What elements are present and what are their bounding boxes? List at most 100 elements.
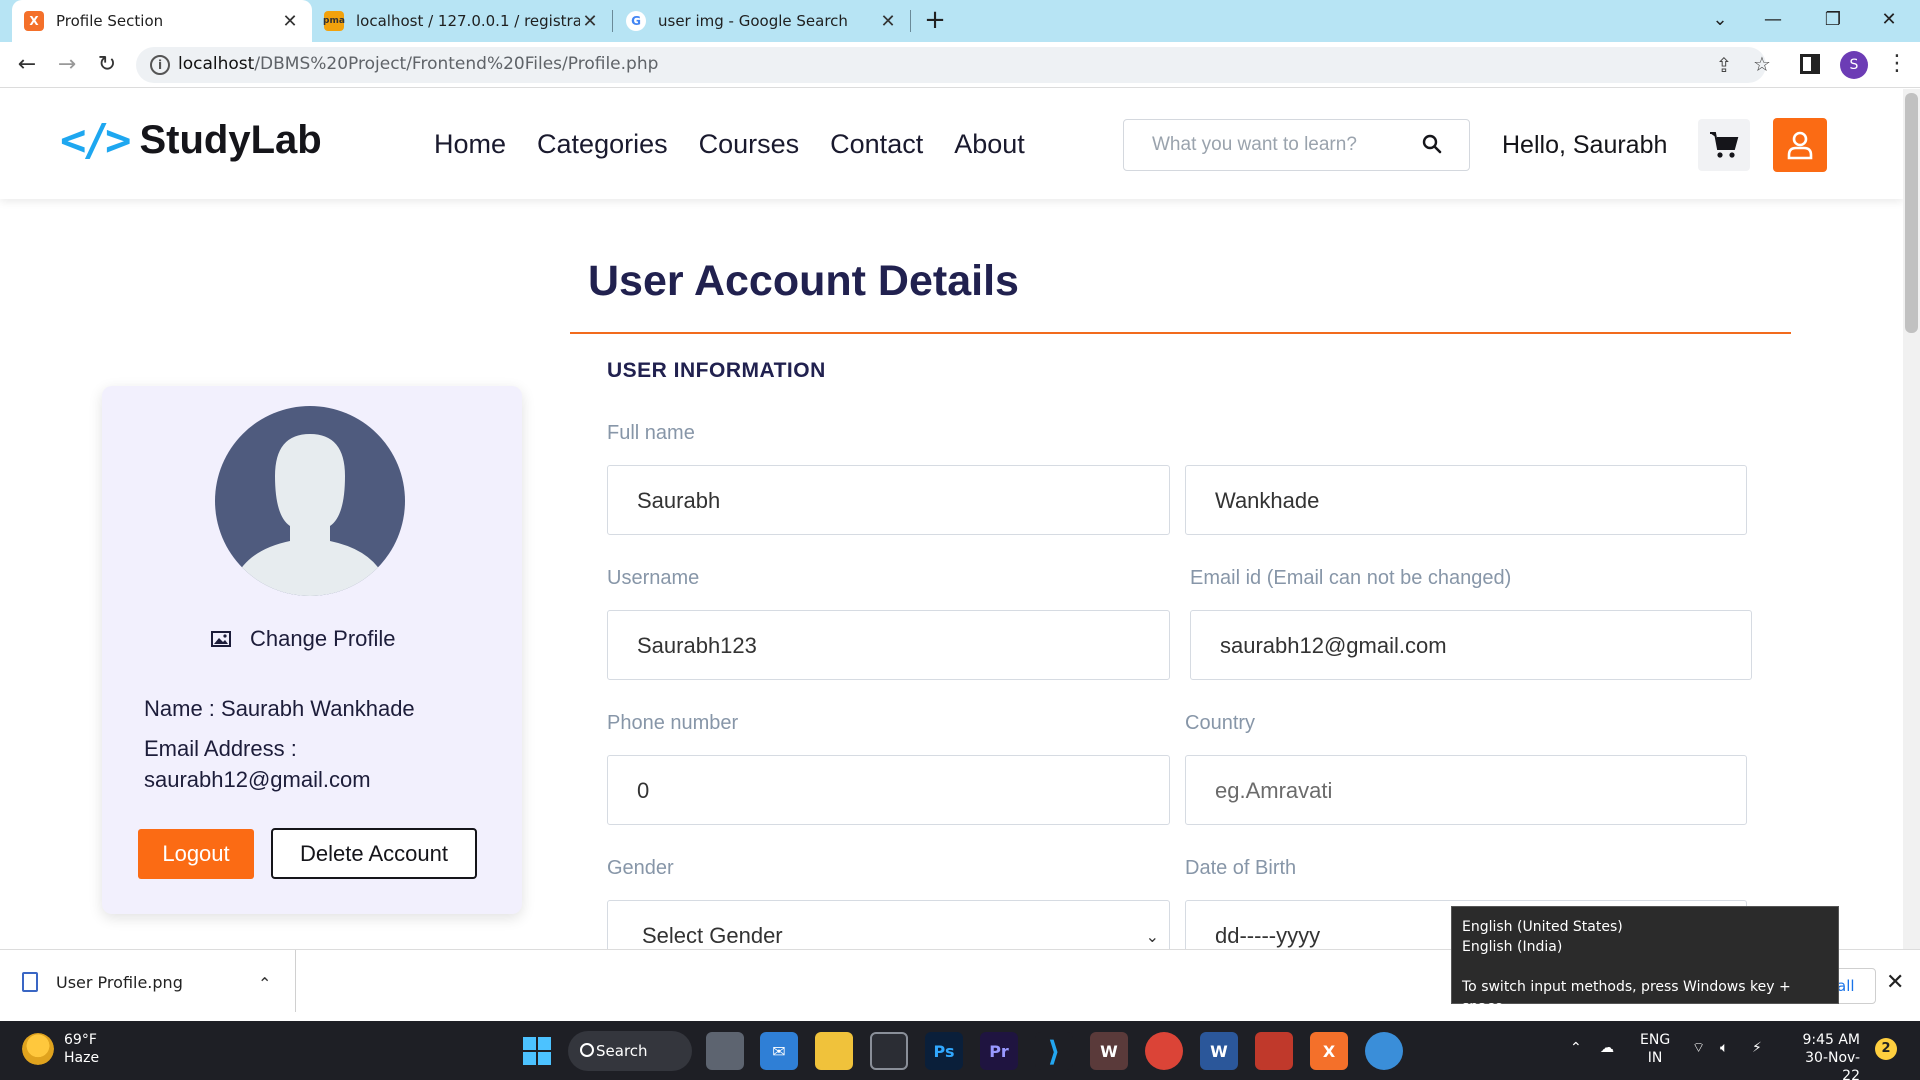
browser-tab-strip: X Profile Section ✕ pma localhost / 127.… <box>0 0 1920 42</box>
new-tab-button[interactable]: + <box>920 6 950 36</box>
avatar <box>215 406 405 596</box>
wamp-icon[interactable]: W <box>1090 1032 1128 1070</box>
task-view-icon[interactable] <box>706 1032 744 1070</box>
window-close-icon[interactable]: ✕ <box>1869 4 1909 36</box>
file-explorer-icon[interactable] <box>815 1032 853 1070</box>
site-header: </> StudyLab Home Categories Courses Con… <box>0 89 1903 199</box>
page-title: User Account Details <box>588 257 1019 305</box>
section-heading: USER INFORMATION <box>607 359 826 382</box>
title-divider <box>570 332 1791 334</box>
premiere-icon[interactable]: Pr <box>980 1032 1018 1070</box>
country-label: Country <box>1185 712 1256 734</box>
back-icon[interactable]: ← <box>12 50 42 80</box>
mail-icon[interactable]: ✉ <box>760 1032 798 1070</box>
nav-about[interactable]: About <box>954 129 1025 160</box>
logout-button[interactable]: Logout <box>138 829 254 879</box>
volume-icon[interactable]: 🔈︎ <box>1720 1039 1728 1057</box>
download-item[interactable]: User Profile.png <box>22 972 183 992</box>
tab-search-chevron-icon[interactable]: ⌄ <box>1700 4 1740 36</box>
first-name-field[interactable]: Saurabh <box>607 465 1170 535</box>
address-bar[interactable]: i localhost/DBMS%20Project/Frontend%20Fi… <box>136 47 1771 83</box>
main-nav: Home Categories Courses Contact About <box>434 129 1025 160</box>
search-icon[interactable] <box>1422 134 1442 154</box>
input-method-tooltip: English (United States) English (India) … <box>1451 906 1839 1015</box>
cart-button[interactable] <box>1698 119 1750 171</box>
nav-categories[interactable]: Categories <box>537 129 668 160</box>
chevron-up-icon[interactable]: ⌃ <box>258 974 271 993</box>
paint-icon[interactable] <box>1365 1032 1403 1070</box>
change-profile-label: Change Profile <box>250 626 396 651</box>
logo-text: StudyLab <box>139 118 322 162</box>
phone-label: Phone number <box>607 712 739 734</box>
delete-account-button[interactable]: Delete Account <box>271 828 477 879</box>
dob-label: Date of Birth <box>1185 857 1297 879</box>
tray-chevron-up-icon[interactable]: ⌃ <box>1570 1039 1582 1057</box>
site-logo[interactable]: </> StudyLab <box>60 115 322 166</box>
photoshop-icon[interactable]: Ps <box>925 1032 963 1070</box>
username-label: Username <box>607 567 700 589</box>
google-icon: G <box>626 11 646 31</box>
reload-icon[interactable]: ↻ <box>92 50 122 80</box>
restore-icon[interactable]: ❐ <box>1813 4 1853 36</box>
xampp-icon[interactable]: X <box>1310 1032 1348 1070</box>
course-search-input[interactable]: What you want to learn? <box>1123 119 1470 171</box>
bookmark-star-icon[interactable]: ☆ <box>1750 52 1774 76</box>
nav-courses[interactable]: Courses <box>699 129 800 160</box>
forward-icon[interactable]: → <box>52 50 82 80</box>
battery-icon[interactable]: ⚡ <box>1752 1039 1762 1057</box>
share-icon[interactable]: ⇪ <box>1712 53 1736 77</box>
windows-taskbar: 69°F Haze Search ✉ Ps Pr ⟩ W W X ⌃ ☁ ENG… <box>0 1021 1920 1080</box>
minimize-icon[interactable]: — <box>1753 4 1793 36</box>
wifi-icon[interactable]: ⌔ <box>1692 1039 1705 1057</box>
taskbar-search[interactable]: Search <box>568 1031 692 1071</box>
game-icon[interactable] <box>1255 1032 1293 1070</box>
side-panel-icon[interactable] <box>1800 54 1820 74</box>
cart-icon <box>1710 132 1739 158</box>
close-icon[interactable]: ✕ <box>878 11 898 32</box>
page-scrollbar[interactable] <box>1903 89 1920 949</box>
tab-separator <box>910 10 911 32</box>
user-greeting: Hello, Saurabh <box>1502 131 1668 159</box>
country-field[interactable]: eg.Amravati <box>1185 755 1747 825</box>
clock[interactable]: 9:45 AM 30-Nov-22 <box>1790 1031 1860 1080</box>
phone-field[interactable]: 0 <box>607 755 1170 825</box>
site-info-icon[interactable]: i <box>150 55 170 75</box>
tab-title: Profile Section <box>56 12 164 30</box>
gender-label: Gender <box>607 857 674 879</box>
scroll-thumb[interactable] <box>1905 93 1918 333</box>
tab-title: user img - Google Search <box>658 12 848 30</box>
full-name-label: Full name <box>607 422 695 444</box>
nav-home[interactable]: Home <box>434 129 506 160</box>
close-icon[interactable]: ✕ <box>580 11 600 32</box>
browser-profile-avatar[interactable]: S <box>1840 51 1868 79</box>
onedrive-icon[interactable]: ☁ <box>1600 1039 1614 1057</box>
chevron-down-icon: ⌄ <box>1145 929 1159 946</box>
search-placeholder: What you want to learn? <box>1152 134 1357 155</box>
user-account-button[interactable] <box>1773 118 1827 172</box>
notification-badge[interactable]: 2 <box>1875 1038 1897 1060</box>
nav-contact[interactable]: Contact <box>830 129 923 160</box>
unity-icon[interactable] <box>870 1032 908 1070</box>
url-text[interactable]: localhost/DBMS%20Project/Frontend%20File… <box>178 54 658 74</box>
browser-toolbar: ← → ↻ i localhost/DBMS%20Project/Fronten… <box>0 42 1920 88</box>
weather-widget[interactable]: 69°F Haze <box>22 1031 99 1067</box>
user-icon <box>1787 131 1813 160</box>
last-name-field[interactable]: Wankhade <box>1185 465 1747 535</box>
chrome-icon[interactable] <box>1145 1032 1183 1070</box>
divider <box>295 950 296 1012</box>
language-indicator[interactable]: ENG IN <box>1640 1031 1670 1067</box>
tab-profile-section[interactable]: X Profile Section ✕ <box>12 0 312 42</box>
username-field[interactable]: Saurabh123 <box>607 610 1170 680</box>
change-profile-button[interactable]: Change Profile <box>210 626 396 652</box>
browser-menu-icon[interactable]: ⋮ <box>1886 51 1908 77</box>
profile-name: Name : Saurabh Wankhade <box>144 696 415 721</box>
profile-email-value: saurabh12@gmail.com <box>144 767 371 792</box>
tab-phpmyadmin[interactable]: pma localhost / 127.0.0.1 / registration… <box>312 0 612 42</box>
close-icon[interactable]: ✕ <box>1886 970 1904 995</box>
tab-google-search[interactable]: G user img - Google Search ✕ <box>614 0 910 42</box>
gender-select[interactable]: Select Gender ⌄ <box>607 900 1170 949</box>
close-icon[interactable]: ✕ <box>280 11 300 32</box>
windows-start-icon[interactable] <box>518 1032 556 1070</box>
vscode-icon[interactable]: ⟩ <box>1035 1032 1073 1070</box>
word-icon[interactable]: W <box>1200 1032 1238 1070</box>
